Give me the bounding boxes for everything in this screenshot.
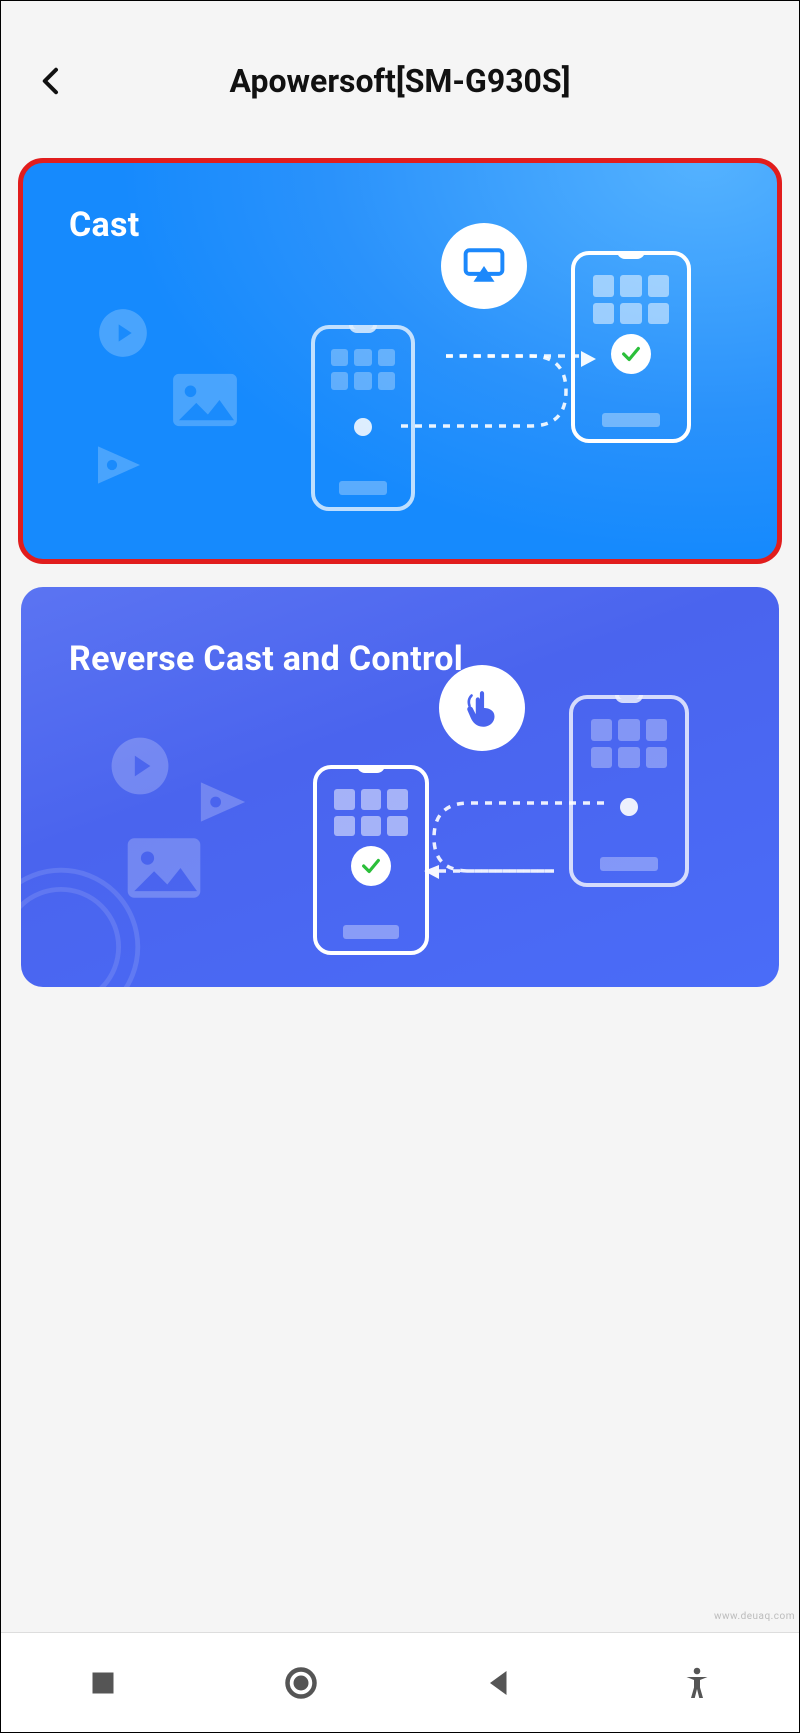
- triangle-left-icon: [481, 1665, 517, 1701]
- recent-apps-button[interactable]: [79, 1659, 127, 1707]
- checkmark-icon: [611, 334, 651, 374]
- touch-icon: [439, 665, 525, 751]
- target-phone-illustration: [313, 765, 429, 955]
- cast-card[interactable]: Cast: [21, 161, 779, 561]
- header: Apowersoft[SM-G930S]: [1, 1, 799, 141]
- music-icon: [91, 439, 147, 491]
- square-icon: [85, 1665, 121, 1701]
- source-phone-illustration: [569, 695, 689, 887]
- accessibility-icon: [679, 1665, 715, 1701]
- watermark: www.deuaq.com: [714, 1611, 795, 1622]
- play-icon: [97, 307, 149, 359]
- airplay-icon: [441, 223, 527, 309]
- arc-decoration: [21, 867, 141, 987]
- reverse-cast-card-title: Reverse Cast and Control: [69, 639, 463, 679]
- accessibility-button[interactable]: [673, 1659, 721, 1707]
- back-button[interactable]: [31, 61, 71, 101]
- back-nav-button[interactable]: [475, 1659, 523, 1707]
- target-phone-illustration: [571, 251, 691, 443]
- circle-icon: [283, 1665, 319, 1701]
- checkmark-icon: [351, 846, 391, 886]
- android-nav-bar: [1, 1632, 799, 1732]
- reverse-cast-card[interactable]: Reverse Cast and Control: [21, 587, 779, 987]
- page-title: Apowersoft[SM-G930S]: [71, 62, 729, 100]
- source-phone-illustration: [311, 325, 415, 511]
- chevron-left-icon: [36, 63, 66, 99]
- play-icon: [109, 735, 171, 797]
- card-list: Cast: [1, 141, 799, 1007]
- cast-card-title: Cast: [69, 205, 140, 245]
- music-icon: [193, 775, 253, 829]
- home-button[interactable]: [277, 1659, 325, 1707]
- image-icon: [169, 371, 241, 429]
